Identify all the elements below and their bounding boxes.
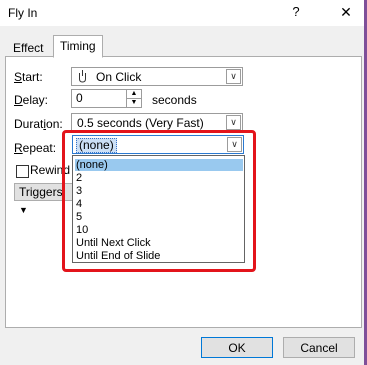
delay-label: Delay: [14, 93, 49, 107]
duration-label: Duration: [14, 117, 63, 131]
chevron-down-icon[interactable]: ∨ [226, 115, 241, 130]
tab-effect[interactable]: Effect [6, 38, 50, 58]
spin-down-icon[interactable]: ▼ [126, 99, 141, 107]
expand-icon: ▼ [19, 205, 28, 215]
delay-value[interactable]: 0 [76, 90, 83, 107]
triggers-label: Triggers [19, 185, 63, 199]
delay-unit: seconds [152, 93, 197, 107]
delay-spinner[interactable]: 0 ▲ ▼ [71, 89, 142, 108]
close-button[interactable]: ✕ [336, 2, 356, 22]
start-label: Start: [14, 70, 43, 84]
fly-in-dialog: Fly In ? ✕ Effect Timing Start: On Click… [0, 0, 367, 365]
repeat-label: Repeat: [14, 141, 57, 155]
start-value: On Click [96, 70, 142, 84]
chevron-down-icon[interactable]: ∨ [226, 69, 241, 84]
mouse-click-icon [79, 70, 86, 83]
ok-button[interactable]: OK [201, 337, 273, 358]
start-dropdown[interactable]: On Click ∨ [71, 67, 243, 86]
tab-timing[interactable]: Timing [53, 35, 103, 58]
title-bar: Fly In ? ✕ [0, 0, 367, 26]
rewind-checkbox[interactable] [16, 165, 29, 178]
dialog-title: Fly In [8, 6, 38, 20]
highlight-annotation [62, 130, 256, 272]
cancel-button[interactable]: Cancel [283, 337, 355, 358]
help-button[interactable]: ? [286, 2, 306, 22]
spin-up-icon[interactable]: ▲ [126, 90, 141, 99]
